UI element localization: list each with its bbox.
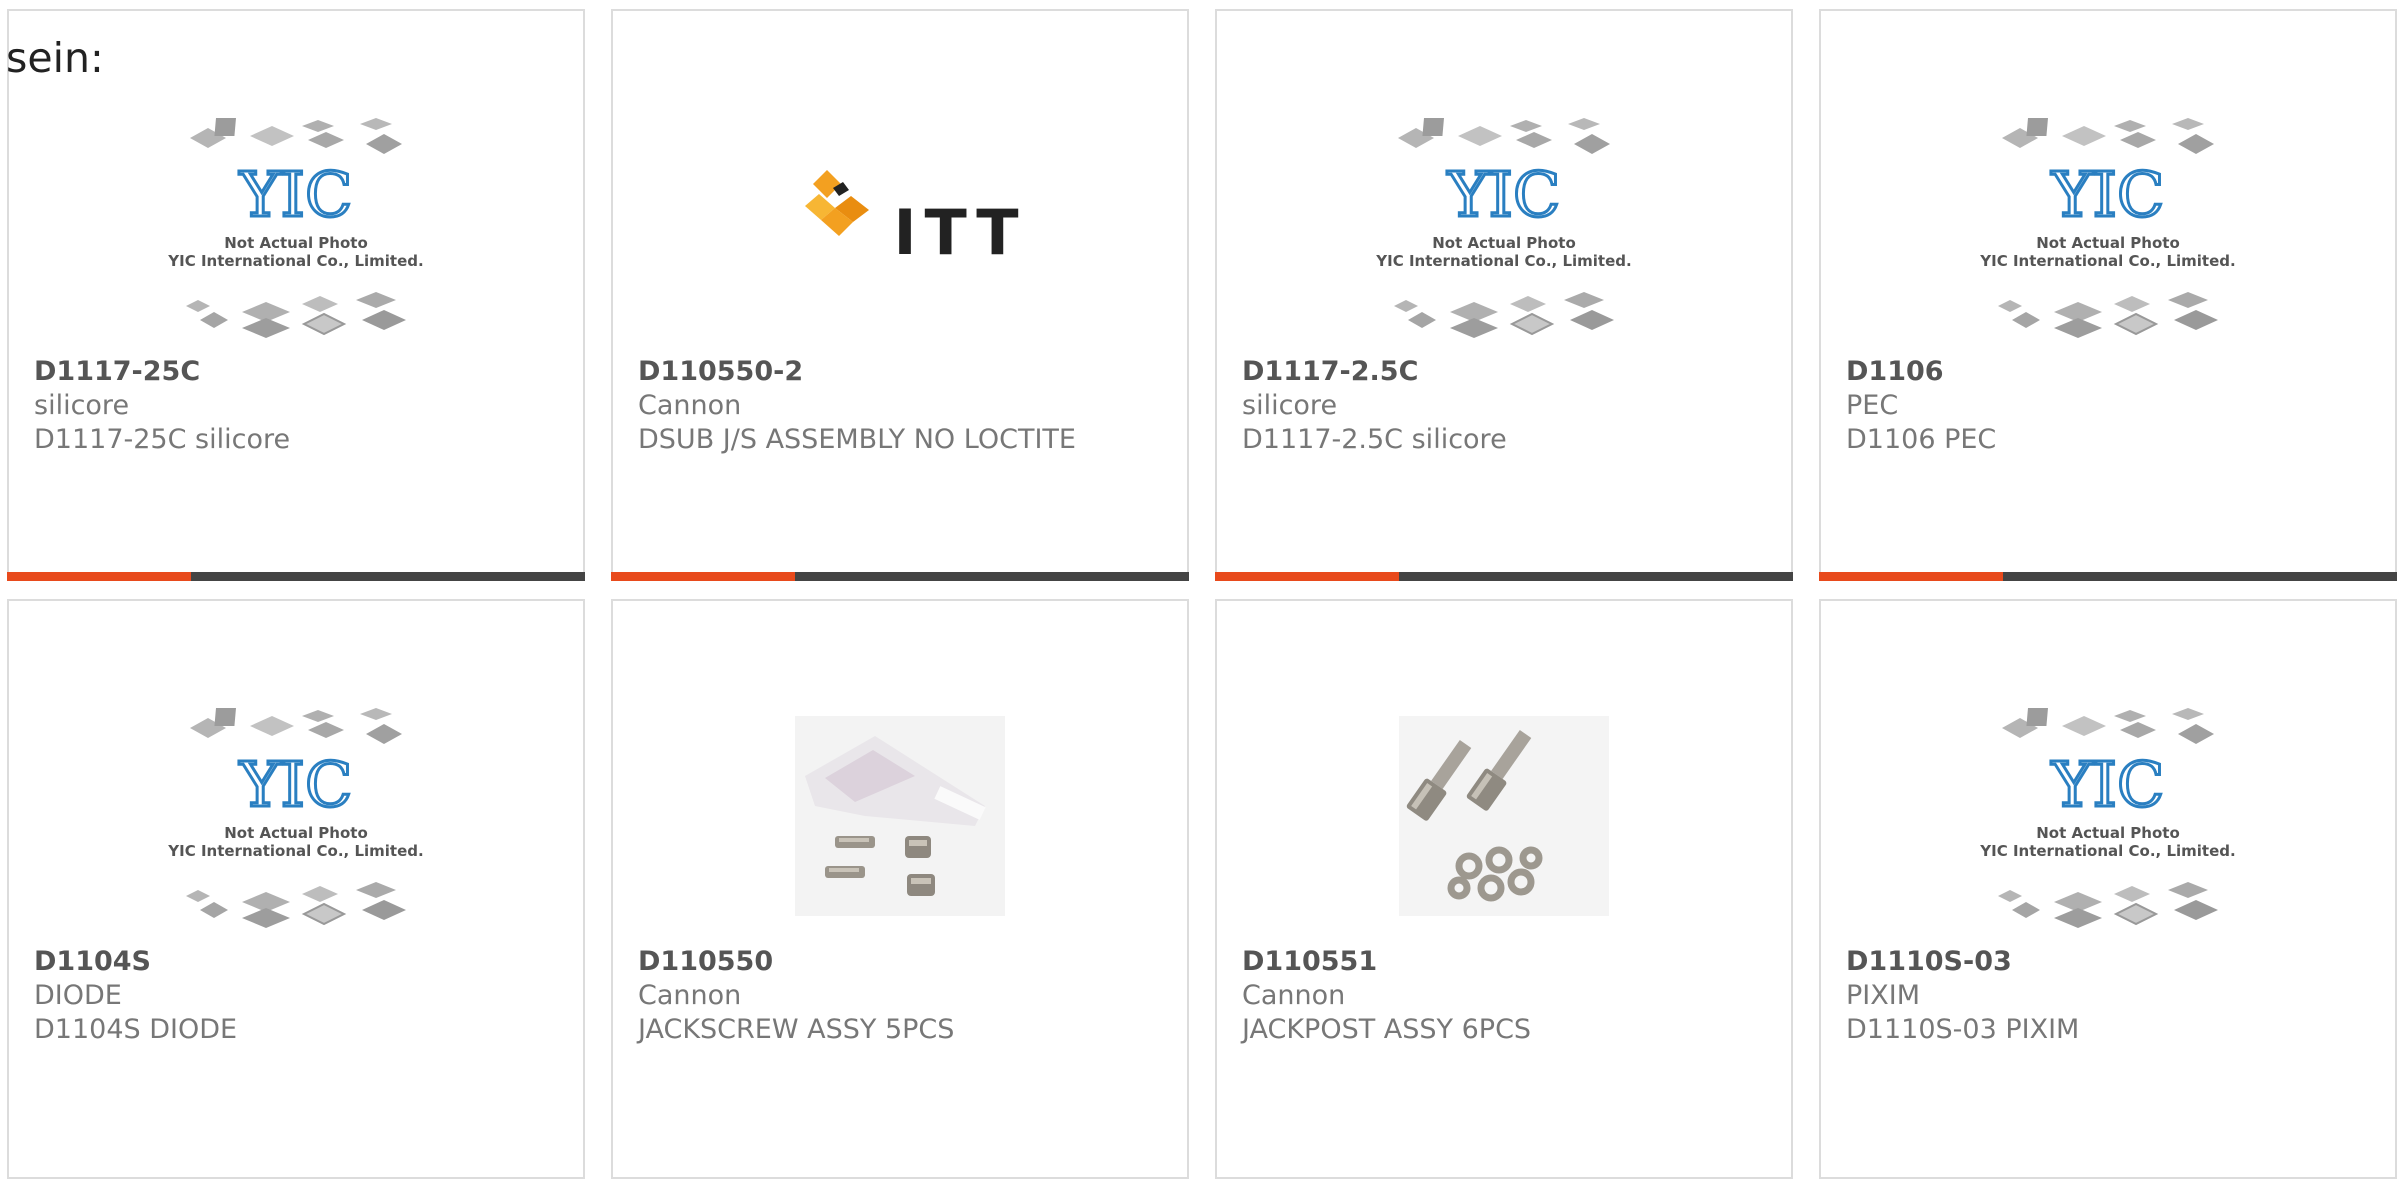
card-bottom-bar xyxy=(1215,572,1793,581)
product-card[interactable]: YIC Not Actual Photo YIC International C… xyxy=(1819,9,2397,581)
description: JACKSCREW ASSY 5PCS xyxy=(638,1014,955,1045)
part-number-link[interactable]: D1106 xyxy=(1846,355,1996,389)
product-image: YIC Not Actual Photo YIC International C… xyxy=(1821,97,2395,355)
placeholder-caption-2: YIC International Co., Limited. xyxy=(1979,252,2235,270)
placeholder-caption-1: Not Actual Photo xyxy=(224,234,368,252)
product-card[interactable]: YIC Not Actual Photo YIC International C… xyxy=(7,599,585,1179)
description: D1104S DIODE xyxy=(34,1014,238,1045)
manufacturer: PEC xyxy=(1846,390,1899,421)
itt-logo-image: ITT xyxy=(805,170,1026,269)
part-number-link[interactable]: D1117-2.5C xyxy=(1242,355,1507,389)
description: D1110S-03 PIXIM xyxy=(1846,1014,2080,1045)
placeholder-caption-1: Not Actual Photo xyxy=(224,824,368,842)
placeholder-caption-1: Not Actual Photo xyxy=(2036,234,2180,252)
manufacturer: Cannon xyxy=(638,980,742,1011)
jackpost-photo xyxy=(1399,716,1609,916)
placeholder-caption-1: Not Actual Photo xyxy=(1432,234,1576,252)
manufacturer: Cannon xyxy=(638,390,742,421)
description: D1106 PEC xyxy=(1846,424,1997,455)
part-number-link[interactable]: D1117-25C xyxy=(34,355,290,389)
part-number-link[interactable]: D110550 xyxy=(638,945,954,979)
manufacturer: silicore xyxy=(34,390,130,421)
section-label: sein: xyxy=(6,34,104,82)
product-image: YIC Not Actual Photo YIC International C… xyxy=(1821,687,2395,945)
placeholder-image: YIC Not Actual Photo YIC International C… xyxy=(1979,708,2236,929)
product-image: YIC Not Actual Photo YIC International C… xyxy=(9,687,583,945)
placeholder-caption-1: Not Actual Photo xyxy=(2036,824,2180,842)
yic-logo: YIC xyxy=(2051,158,2165,231)
manufacturer: PIXIM xyxy=(1846,980,1920,1011)
placeholder-caption-2: YIC International Co., Limited. xyxy=(1375,252,1631,270)
description: JACKPOST ASSY 6PCS xyxy=(1242,1014,1532,1045)
product-card[interactable]: YIC Not Actual Photo YIC International C… xyxy=(1819,599,2397,1179)
manufacturer: DIODE xyxy=(34,980,122,1011)
yic-logo: YIC xyxy=(239,748,353,821)
card-bottom-bar xyxy=(7,572,585,581)
placeholder-caption-2: YIC International Co., Limited. xyxy=(167,842,423,860)
placeholder-image: YIC Not Actual Photo YIC International C… xyxy=(1375,118,1632,339)
description: D1117-2.5C silicore xyxy=(1242,424,1507,455)
yic-logo: YIC xyxy=(1447,158,1561,231)
placeholder-caption-2: YIC International Co., Limited. xyxy=(1979,842,2235,860)
yic-logo: YIC xyxy=(2051,748,2165,821)
itt-logo: ITT xyxy=(893,196,1026,269)
itt-diamond-icon xyxy=(805,170,869,236)
product-card[interactable]: ITT D110550-2 Cannon DSUB J/S ASSEMBLY N… xyxy=(611,9,1189,581)
product-card[interactable]: D110551 Cannon JACKPOST ASSY 6PCS xyxy=(1215,599,1793,1179)
product-card[interactable]: YIC Not Actual Photo YIC International C… xyxy=(7,9,585,581)
placeholder-image: YIC Not Actual Photo YIC International C… xyxy=(167,708,424,929)
card-bottom-bar xyxy=(1819,572,2397,581)
placeholder-caption-2: YIC International Co., Limited. xyxy=(167,252,423,270)
description: D1117-25C silicore xyxy=(34,424,291,455)
product-card[interactable]: YIC Not Actual Photo YIC International C… xyxy=(1215,9,1793,581)
part-number-link[interactable]: D110551 xyxy=(1242,945,1531,979)
yic-logo: YIC xyxy=(239,158,353,231)
part-number-link[interactable]: D1110S-03 xyxy=(1846,945,2079,979)
placeholder-image: YIC Not Actual Photo YIC International C… xyxy=(1979,118,2236,339)
description: DSUB J/S ASSEMBLY NO LOCTITE xyxy=(638,424,1076,455)
manufacturer: Cannon xyxy=(1242,980,1346,1011)
jackscrew-photo xyxy=(795,716,1005,916)
product-image xyxy=(613,687,1187,945)
product-image: YIC Not Actual Photo YIC International C… xyxy=(9,97,583,355)
placeholder-image: YIC Not Actual Photo YIC International C… xyxy=(167,118,424,339)
part-number-link[interactable]: D1104S xyxy=(34,945,237,979)
card-bottom-bar xyxy=(611,572,1189,581)
product-image: ITT xyxy=(613,97,1187,355)
product-image xyxy=(1217,687,1791,945)
part-number-link[interactable]: D110550-2 xyxy=(638,355,1076,389)
manufacturer: silicore xyxy=(1242,390,1338,421)
product-image: YIC Not Actual Photo YIC International C… xyxy=(1217,97,1791,355)
product-card[interactable]: D110550 Cannon JACKSCREW ASSY 5PCS xyxy=(611,599,1189,1179)
